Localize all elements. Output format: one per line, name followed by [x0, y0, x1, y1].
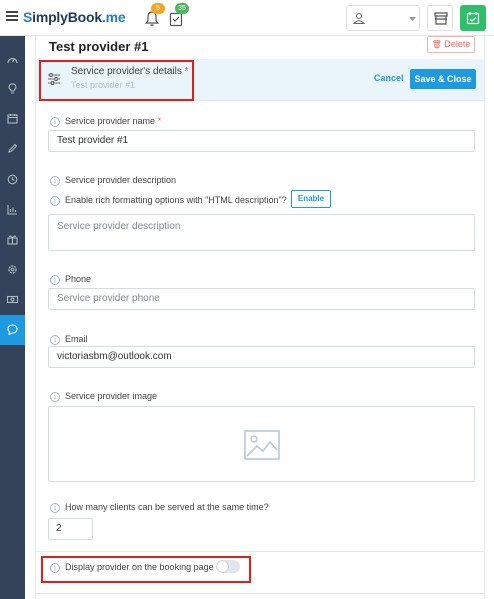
cash-icon[interactable] [0, 285, 25, 315]
image-upload-area[interactable] [48, 406, 475, 482]
logo-book: implyBook [32, 9, 102, 25]
required-mark: * [157, 116, 162, 126]
menu-icon[interactable] [6, 11, 18, 21]
gift-icon[interactable] [0, 225, 25, 255]
name-label-text: Service provider name [65, 116, 156, 126]
pencil-icon[interactable] [0, 134, 25, 164]
info-icon: i [50, 391, 60, 402]
phone-label: i Phone [50, 274, 91, 285]
highlight-box-details [39, 60, 194, 101]
delete-label: Delete [444, 39, 471, 49]
bell-icon[interactable]: 5 [143, 3, 165, 27]
provider-name-input[interactable]: Test provider #1 [48, 130, 475, 152]
chevron-down-icon [409, 17, 416, 21]
name-label: i Service provider name * [50, 116, 161, 127]
phone-input[interactable]: Service provider phone [48, 288, 475, 310]
user-icon [353, 13, 365, 24]
divider [36, 551, 484, 552]
email-input[interactable]: victoriasbm@outlook.com [48, 346, 475, 368]
image-placeholder-icon [244, 430, 280, 460]
rich-format-label-text: Enable rich formatting options with "HTM… [65, 195, 287, 205]
notifications-badge: 5 [151, 3, 165, 14]
dashboard-icon[interactable] [0, 46, 25, 76]
info-icon: i [50, 502, 60, 513]
save-close-button[interactable]: Save & Close [410, 69, 476, 89]
delete-button[interactable]: 🗑 Delete [427, 36, 475, 53]
clients-count-input[interactable]: 2 [48, 518, 93, 540]
info-icon: i [50, 175, 60, 186]
store-button[interactable] [427, 5, 453, 31]
description-label: i Service provider description [50, 175, 176, 186]
info-icon: i [50, 274, 60, 285]
phone-label-text: Phone [65, 274, 92, 284]
top-bar: SimplyBook.me 5 35 [0, 0, 494, 36]
info-icon: i [50, 116, 60, 127]
image-label-text: Service provider image [65, 391, 158, 401]
info-icon: i [50, 334, 60, 345]
calendar-icon [466, 12, 480, 25]
enable-html-button[interactable]: Enable [291, 190, 331, 208]
description-textarea[interactable]: Service provider description [48, 214, 475, 251]
clipboard-icon[interactable]: 35 [167, 3, 189, 27]
logo[interactable]: SimplyBook.me [23, 9, 126, 25]
chat-icon[interactable] [0, 315, 25, 345]
sidebar [0, 36, 25, 599]
description-label-text: Service provider description [65, 175, 177, 185]
email-label-text: Email [65, 334, 88, 344]
new-booking-button[interactable] [460, 5, 486, 31]
cancel-button[interactable]: Cancel [374, 73, 404, 83]
logo-me: .me [101, 9, 126, 25]
clients-label-text: How many clients can be served at the sa… [65, 502, 269, 512]
calendar-badge: 35 [175, 3, 189, 14]
clock-icon[interactable] [0, 165, 25, 195]
info-icon: i [50, 195, 60, 206]
chart-icon[interactable] [0, 195, 25, 225]
gear-icon[interactable] [0, 255, 25, 285]
trash-icon: 🗑 [431, 40, 442, 49]
logo-s: S [23, 9, 33, 25]
calendar-icon[interactable] [0, 104, 25, 134]
provider-form-panel: Test provider #1 🗑 Delete Service provid… [35, 36, 485, 599]
rich-format-label: i Enable rich formatting options with "HT… [50, 195, 287, 206]
clients-label: i How many clients can be served at the s… [50, 502, 269, 513]
lightbulb-icon[interactable] [0, 74, 25, 104]
highlight-box-toggle [41, 556, 251, 583]
user-dropdown[interactable] [346, 5, 420, 31]
email-label: i Email [50, 334, 88, 345]
divider [36, 593, 484, 594]
store-icon [434, 12, 448, 25]
image-label: i Service provider image [50, 391, 157, 402]
page-title: Test provider #1 [49, 39, 149, 54]
